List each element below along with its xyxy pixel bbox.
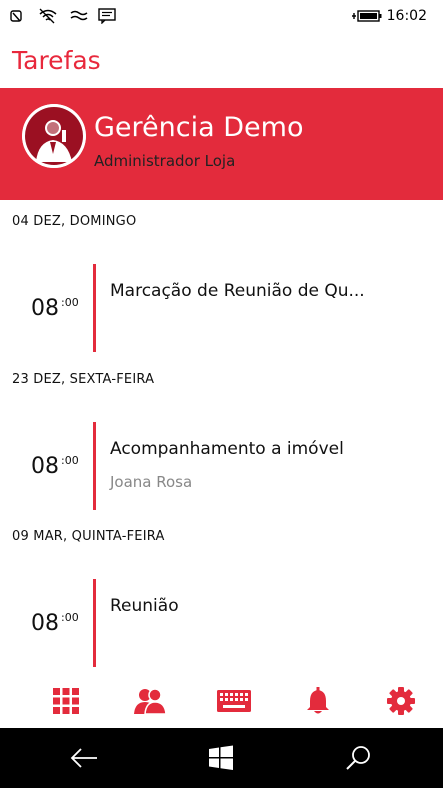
event-item[interactable]: 08 :00 Acompanhamento a imóvel Joana Ros… xyxy=(0,422,443,510)
event-title: Reunião xyxy=(110,596,179,616)
back-arrow-icon xyxy=(70,748,97,768)
grid-icon xyxy=(53,688,79,714)
people-icon xyxy=(134,688,166,715)
windows-logo-icon xyxy=(209,745,233,770)
event-minutes: :00 xyxy=(61,454,79,467)
status-bar: 16:02 xyxy=(0,0,443,32)
system-nav-bar xyxy=(0,728,443,788)
start-button[interactable] xyxy=(205,742,237,774)
event-hour: 08 xyxy=(31,454,59,479)
day-header: 04 DEZ, DOMINGO xyxy=(12,214,137,229)
search-button[interactable] xyxy=(342,742,374,774)
event-title: Acompanhamento a imóvel xyxy=(110,439,344,459)
avatar[interactable] xyxy=(22,104,86,168)
battery-icon xyxy=(352,10,382,22)
event-accent-bar xyxy=(93,422,96,510)
event-hour: 08 xyxy=(31,611,59,636)
search-icon xyxy=(346,746,370,770)
wifi-icon xyxy=(39,8,57,24)
profile-name: Gerência Demo xyxy=(94,112,304,143)
profile-role: Administrador Loja xyxy=(94,152,236,170)
profile-header[interactable]: Gerência Demo Administrador Loja xyxy=(0,88,443,200)
event-accent-bar xyxy=(93,579,96,667)
settings-button[interactable] xyxy=(383,684,419,718)
signal-icon xyxy=(10,10,22,22)
connection-icon xyxy=(70,10,88,21)
keyboard-button[interactable] xyxy=(216,684,252,718)
status-time: 16:02 xyxy=(386,8,427,24)
bell-icon xyxy=(307,687,329,714)
event-subtitle: Joana Rosa xyxy=(110,473,193,491)
back-button[interactable] xyxy=(68,742,100,774)
people-button[interactable] xyxy=(132,684,168,718)
gear-icon xyxy=(387,687,415,715)
agent-silhouette-icon xyxy=(22,104,86,168)
app-bar xyxy=(0,676,443,726)
event-item[interactable]: 08 :00 Reunião xyxy=(0,579,443,667)
keyboard-icon xyxy=(217,690,251,712)
event-minutes: :00 xyxy=(61,611,79,624)
page-title: Tarefas xyxy=(12,46,101,75)
grid-button[interactable] xyxy=(48,684,84,718)
notifications-button[interactable] xyxy=(300,684,336,718)
event-accent-bar xyxy=(93,264,96,352)
event-item[interactable]: 08 :00 Marcação de Reunião de Qu... xyxy=(0,264,443,352)
event-hour: 08 xyxy=(31,296,59,321)
event-title: Marcação de Reunião de Qu... xyxy=(110,281,365,301)
day-header: 09 MAR, QUINTA-FEIRA xyxy=(12,529,165,544)
message-icon xyxy=(98,8,116,24)
day-header: 23 DEZ, SEXTA-FEIRA xyxy=(12,372,155,387)
event-minutes: :00 xyxy=(61,296,79,309)
